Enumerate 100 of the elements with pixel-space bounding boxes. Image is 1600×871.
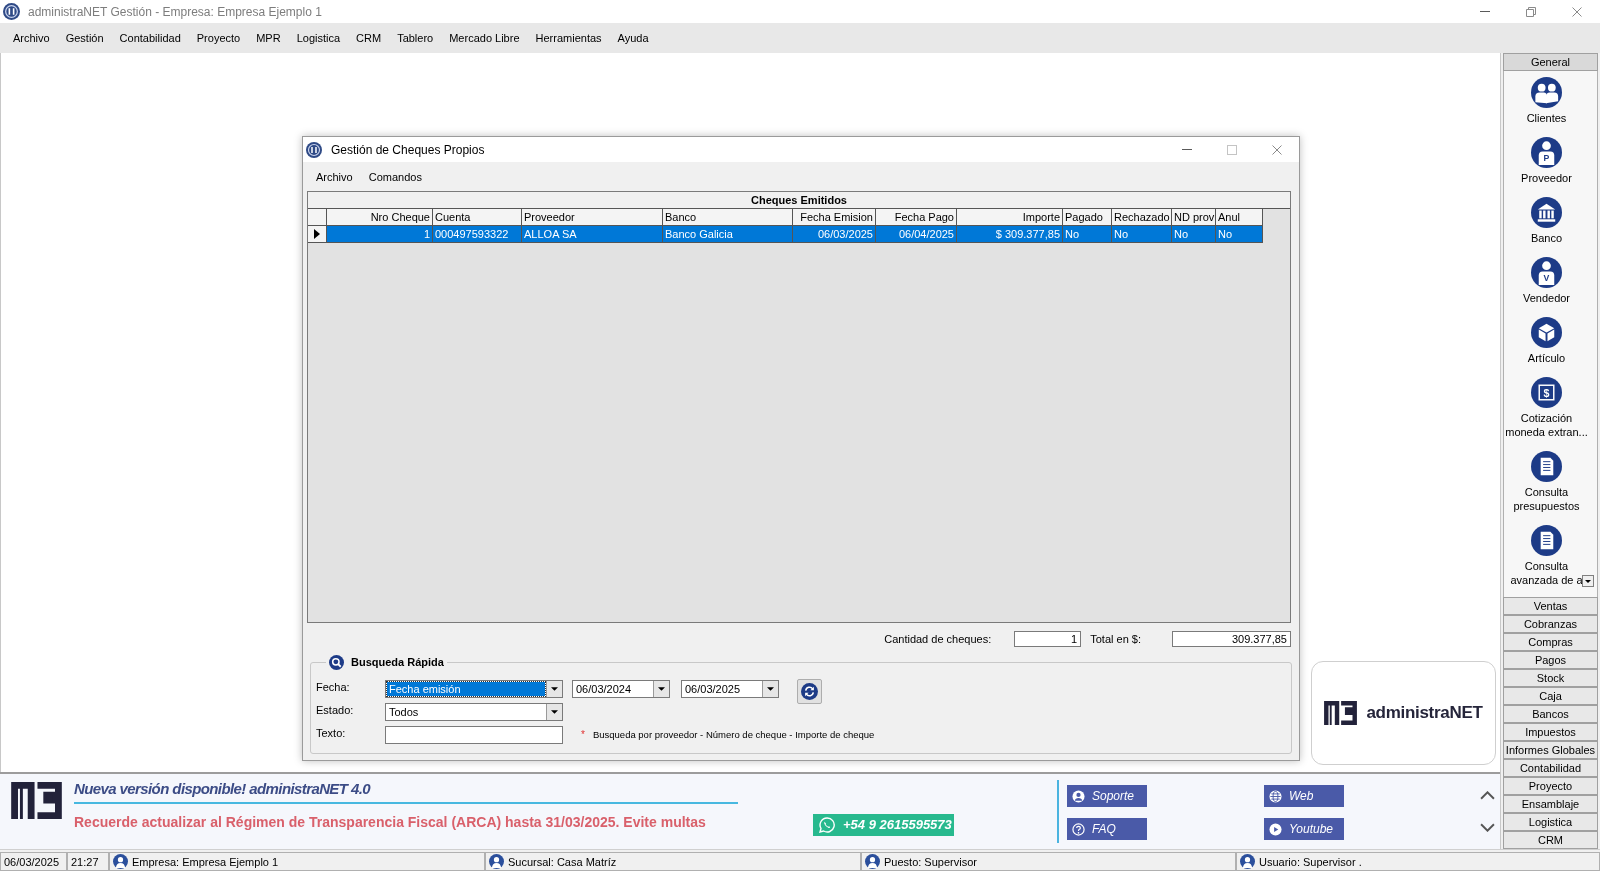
category-button[interactable]: Logistica: [1503, 813, 1598, 831]
category-button[interactable]: Contabilidad: [1503, 759, 1598, 777]
category-button[interactable]: Stock: [1503, 669, 1598, 687]
link-button[interactable]: Youtube: [1264, 818, 1344, 840]
refresh-button[interactable]: [797, 679, 822, 704]
bank-icon: [1531, 197, 1562, 228]
status-text: Usuario: Supervisor .: [1259, 854, 1362, 869]
category-button[interactable]: Proyecto: [1503, 777, 1598, 795]
field-label: Estado:: [316, 703, 355, 717]
table-row[interactable]: 1 000497593322 ALLOA SA Banco Galicia 06/03/2025 06/04/2025 $ 309.377,85 No No No No: [308, 226, 1263, 243]
table-cell: ALLOA SA: [522, 226, 663, 243]
link-button[interactable]: Soporte: [1067, 785, 1147, 807]
column-header[interactable]: Fecha Emision: [793, 209, 876, 226]
menu-item[interactable]: MPR: [248, 30, 289, 46]
table-cell: 000497593322: [433, 226, 522, 243]
help-icon: [1072, 822, 1085, 836]
document-icon: [1531, 525, 1562, 556]
logo-mark-icon: [1324, 701, 1358, 725]
shortcut-item[interactable]: V Vendedor: [1500, 257, 1593, 305]
table-cell: No: [1112, 226, 1172, 243]
refresh-icon: [801, 683, 818, 700]
category-button[interactable]: Compras: [1503, 633, 1598, 651]
shortcut-item[interactable]: Consulta presupuestos: [1500, 451, 1593, 513]
menu-item[interactable]: Comandos: [360, 168, 430, 185]
column-header[interactable]: Importe: [957, 209, 1063, 226]
menu-item[interactable]: Gestión: [57, 30, 112, 46]
menu-item[interactable]: Mercado Libre: [441, 30, 528, 46]
minimize-icon: [1181, 149, 1192, 150]
scroll-down-button[interactable]: [1480, 823, 1495, 832]
column-header[interactable]: Proveedor: [522, 209, 663, 226]
status-text: Empresa: Empresa Ejemplo 1: [132, 854, 279, 869]
search-hint: Busqueda por proveedor - Número de cheque - Importe de cheque: [592, 729, 875, 741]
status-text: Sucursal: Casa Matríz: [508, 854, 617, 869]
column-header[interactable]: Cuenta: [433, 209, 522, 226]
person-icon: [489, 854, 504, 869]
person-badge-icon: P: [1531, 137, 1562, 168]
total-field: 309.377,85: [1172, 630, 1291, 647]
date-to-picker[interactable]: 06/03/2025: [681, 680, 779, 698]
menu-item[interactable]: Tablero: [389, 30, 442, 46]
shortcut-item[interactable]: $ Cotización moneda extran...: [1500, 377, 1593, 439]
category-button[interactable]: Informes Globales: [1503, 741, 1598, 759]
row-pointer-icon: [314, 229, 320, 239]
menu-item[interactable]: Ayuda: [609, 30, 657, 46]
close-icon: [1572, 6, 1582, 17]
category-button[interactable]: Ventas: [1503, 597, 1598, 615]
column-header[interactable]: Anul: [1216, 209, 1263, 226]
person-badge-icon: V: [1531, 257, 1562, 288]
menu-item[interactable]: Archivo: [308, 168, 361, 185]
column-header[interactable]: Banco: [663, 209, 793, 226]
scroll-up-button[interactable]: [1480, 791, 1495, 800]
text-search-field[interactable]: [385, 726, 563, 744]
column-header[interactable]: ND prov: [1172, 209, 1216, 226]
menu-item[interactable]: CRM: [348, 30, 390, 46]
category-button[interactable]: General: [1503, 53, 1598, 71]
table-cell: $ 309.377,85: [957, 226, 1063, 243]
category-button[interactable]: Caja: [1503, 687, 1598, 705]
menu-item[interactable]: Proyecto: [188, 30, 249, 46]
shortcut-item[interactable]: P Proveedor: [1500, 137, 1593, 185]
link-button[interactable]: Web: [1264, 785, 1344, 807]
group-title: Busqueda Rápida: [351, 655, 444, 670]
shortcut-item[interactable]: Banco: [1500, 197, 1593, 245]
restore-icon: [1526, 6, 1536, 17]
menu-item[interactable]: Contabilidad: [111, 30, 189, 46]
count-field: 1: [1014, 630, 1082, 647]
caret-icon: [1585, 579, 1591, 583]
category-button[interactable]: Pagos: [1503, 651, 1598, 669]
category-button[interactable]: Bancos: [1503, 705, 1598, 723]
column-header[interactable]: Fecha Pago: [876, 209, 957, 226]
table-title: Cheques Emitidos: [308, 192, 1290, 209]
column-header[interactable]: Rechazado: [1112, 209, 1172, 226]
status-text: Puesto: Supervisor: [884, 854, 977, 869]
category-button[interactable]: Impuestos: [1503, 723, 1598, 741]
link-button[interactable]: FAQ: [1067, 818, 1147, 840]
shortcut-item[interactable]: Clientes: [1500, 77, 1593, 125]
category-button[interactable]: CRM: [1503, 831, 1598, 849]
caret-icon: [551, 687, 558, 691]
field-label: Texto:: [316, 726, 347, 740]
column-header[interactable]: Nro Cheque: [327, 209, 433, 226]
date-type-dropdown[interactable]: Fecha emisión: [385, 680, 563, 698]
status-dropdown[interactable]: Todos: [385, 703, 563, 721]
row-header-cell[interactable]: [308, 226, 327, 243]
chevron-down-icon: [1480, 823, 1495, 832]
corner-cell: [308, 209, 327, 226]
logo-mark-icon: [11, 782, 62, 819]
menu-item[interactable]: Archivo: [5, 30, 58, 46]
person-icon: [865, 854, 880, 869]
shortcut-item[interactable]: Artículo: [1500, 317, 1593, 365]
maximize-icon: [1226, 144, 1237, 155]
table-cell: No: [1216, 226, 1263, 243]
menu-item[interactable]: Herramientas: [527, 30, 610, 46]
date-from-picker[interactable]: 06/03/2024: [572, 680, 670, 698]
column-header[interactable]: Pagado: [1063, 209, 1112, 226]
menu-item[interactable]: Logistica: [288, 30, 349, 46]
people-icon: [1531, 77, 1562, 108]
update-headline: Nueva versión disponible! administraNET 4.0: [74, 779, 372, 799]
table-cell: 06/04/2025: [876, 226, 957, 243]
category-button[interactable]: Cobranzas: [1503, 615, 1598, 633]
category-button[interactable]: Ensamblaje: [1503, 795, 1598, 813]
scroll-down-button[interactable]: [1582, 575, 1594, 587]
person-icon: [1072, 789, 1085, 803]
